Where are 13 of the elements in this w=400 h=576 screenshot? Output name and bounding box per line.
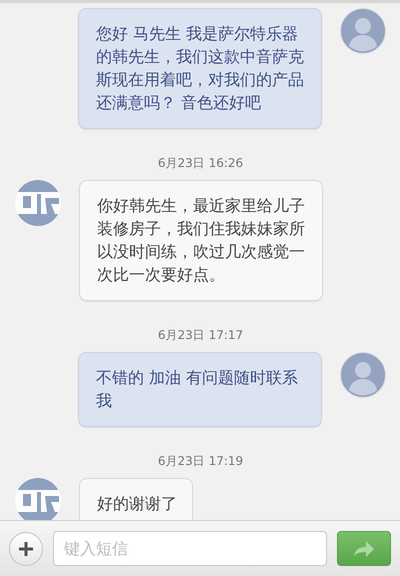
plus-icon: [19, 542, 33, 556]
message-bubble: 不错的 加油 有问题随时联系我: [78, 352, 322, 427]
timestamp: 6月23日 16:26: [156, 155, 244, 172]
add-button[interactable]: [9, 532, 43, 566]
arrow-icon: [354, 540, 374, 556]
timestamp: 6月23日 17:19: [156, 453, 244, 470]
timestamp: 6月23日 17:17: [156, 327, 244, 344]
message-bubble: 好的谢谢了: [79, 478, 193, 520]
avatar-icon: [340, 8, 386, 54]
avatar-icon: [340, 352, 386, 398]
message-input[interactable]: 键入短信: [53, 531, 327, 566]
message-bubble: 你好韩先生，最近家里给儿子装修房子，我们住我妹妹家所以没时间练，吹过几次感觉一次比一次要好点。: [79, 180, 323, 301]
message-bubble: 您好 马先生 我是萨尔特乐器的韩先生，我们这款中音萨克斯现在用着吧，对我们的产品还满意吗？ 音色还好吧: [78, 8, 322, 129]
